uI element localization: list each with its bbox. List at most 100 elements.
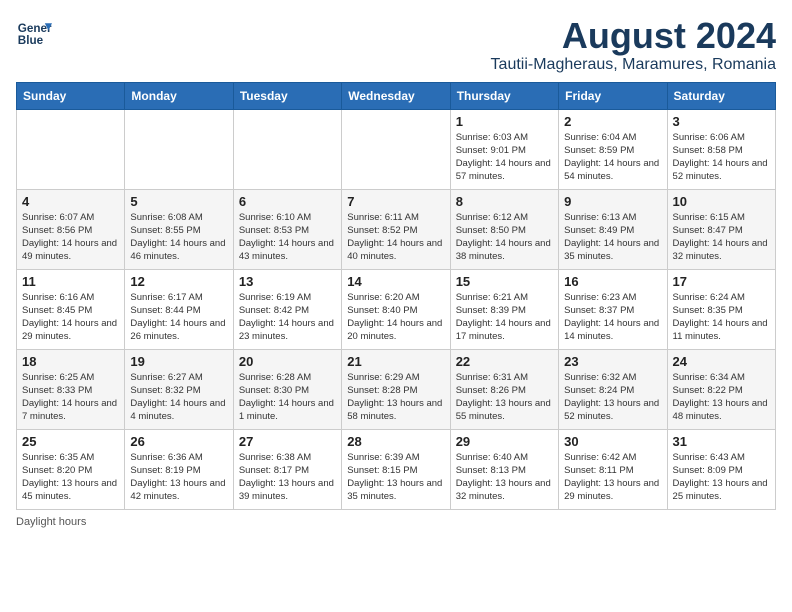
weekday-header: Wednesday [342, 82, 450, 109]
calendar-cell: 23 Sunrise: 6:32 AMSunset: 8:24 PMDayligh… [559, 349, 667, 429]
day-info: Sunrise: 6:04 AMSunset: 8:59 PMDaylight:… [564, 131, 661, 184]
calendar-cell: 15Sunrise: 6:21 AMSunset: 8:39 PMDayligh… [450, 269, 558, 349]
day-info: Sunrise: 6:17 AMSunset: 8:44 PMDaylight:… [130, 291, 227, 344]
day-info: Sunrise: 6:36 AMSunset: 8:19 PMDaylight:… [130, 451, 227, 504]
calendar-cell: 28 Sunrise: 6:39 AMSunset: 8:15 PMDayligh… [342, 429, 450, 509]
calendar-week-row: 25 Sunrise: 6:35 AMSunset: 8:20 PMDayligh… [17, 429, 776, 509]
day-number: 25 [22, 434, 119, 449]
day-number: 24 [673, 354, 770, 369]
calendar-cell: 31 Sunrise: 6:43 AMSunset: 8:09 PMDayligh… [667, 429, 775, 509]
day-info: Sunrise: 6:39 AMSunset: 8:15 PMDaylight:… [347, 451, 444, 504]
day-info: Sunrise: 6:11 AMSunset: 8:52 PMDaylight:… [347, 211, 444, 264]
calendar-cell: 21 Sunrise: 6:29 AMSunset: 8:28 PMDayligh… [342, 349, 450, 429]
logo: General Blue [16, 16, 52, 52]
day-number: 28 [347, 434, 444, 449]
calendar-cell: 10Sunrise: 6:15 AMSunset: 8:47 PMDayligh… [667, 189, 775, 269]
day-info: Sunrise: 6:40 AMSunset: 8:13 PMDaylight:… [456, 451, 553, 504]
day-info: Sunrise: 6:32 AMSunset: 8:24 PMDaylight:… [564, 371, 661, 424]
calendar-cell: 5 Sunrise: 6:08 AMSunset: 8:55 PMDaylight… [125, 189, 233, 269]
day-number: 20 [239, 354, 336, 369]
day-number: 19 [130, 354, 227, 369]
day-info: Sunrise: 6:38 AMSunset: 8:17 PMDaylight:… [239, 451, 336, 504]
calendar-cell: 19 Sunrise: 6:27 AMSunset: 8:32 PMDayligh… [125, 349, 233, 429]
day-number: 21 [347, 354, 444, 369]
calendar-cell: 29 Sunrise: 6:40 AMSunset: 8:13 PMDayligh… [450, 429, 558, 509]
calendar-cell: 24 Sunrise: 6:34 AMSunset: 8:22 PMDayligh… [667, 349, 775, 429]
weekday-header: Sunday [17, 82, 125, 109]
calendar-header: SundayMondayTuesdayWednesdayThursdayFrid… [17, 82, 776, 109]
day-number: 31 [673, 434, 770, 449]
day-info: Sunrise: 6:27 AMSunset: 8:32 PMDaylight:… [130, 371, 227, 424]
day-number: 27 [239, 434, 336, 449]
day-info: Sunrise: 6:31 AMSunset: 8:26 PMDaylight:… [456, 371, 553, 424]
calendar-cell: 20 Sunrise: 6:28 AMSunset: 8:30 PMDayligh… [233, 349, 341, 429]
calendar-cell: 4Sunrise: 6:07 AMSunset: 8:56 PMDaylight… [17, 189, 125, 269]
day-info: Sunrise: 6:06 AMSunset: 8:58 PMDaylight:… [673, 131, 770, 184]
calendar-week-row: 18 Sunrise: 6:25 AMSunset: 8:33 PMDayligh… [17, 349, 776, 429]
day-info: Sunrise: 6:43 AMSunset: 8:09 PMDaylight:… [673, 451, 770, 504]
day-number: 11 [22, 274, 119, 289]
calendar-cell [17, 109, 125, 189]
calendar-cell: 22 Sunrise: 6:31 AMSunset: 8:26 PMDayligh… [450, 349, 558, 429]
day-info: Sunrise: 6:42 AMSunset: 8:11 PMDaylight:… [564, 451, 661, 504]
day-number: 7 [347, 194, 444, 209]
svg-text:Blue: Blue [18, 34, 44, 47]
calendar-cell: 16Sunrise: 6:23 AMSunset: 8:37 PMDayligh… [559, 269, 667, 349]
day-number: 18 [22, 354, 119, 369]
weekday-header: Friday [559, 82, 667, 109]
day-info: Sunrise: 6:25 AMSunset: 8:33 PMDaylight:… [22, 371, 119, 424]
weekday-header: Monday [125, 82, 233, 109]
calendar-week-row: 1Sunrise: 6:03 AMSunset: 9:01 PMDaylight… [17, 109, 776, 189]
day-info: Sunrise: 6:10 AMSunset: 8:53 PMDaylight:… [239, 211, 336, 264]
calendar-cell: 7 Sunrise: 6:11 AMSunset: 8:52 PMDaylight… [342, 189, 450, 269]
calendar-cell [125, 109, 233, 189]
header: General Blue August 2024 Tautii-Magherau… [16, 16, 776, 74]
day-info: Sunrise: 6:20 AMSunset: 8:40 PMDaylight:… [347, 291, 444, 344]
weekday-header: Saturday [667, 82, 775, 109]
day-number: 2 [564, 114, 661, 129]
day-number: 3 [673, 114, 770, 129]
day-number: 12 [130, 274, 227, 289]
calendar-cell: 17Sunrise: 6:24 AMSunset: 8:35 PMDayligh… [667, 269, 775, 349]
calendar-cell: 2 Sunrise: 6:04 AMSunset: 8:59 PMDaylight… [559, 109, 667, 189]
day-number: 29 [456, 434, 553, 449]
day-info: Sunrise: 6:28 AMSunset: 8:30 PMDaylight:… [239, 371, 336, 424]
day-number: 17 [673, 274, 770, 289]
calendar-cell: 8 Sunrise: 6:12 AMSunset: 8:50 PMDaylight… [450, 189, 558, 269]
day-number: 16 [564, 274, 661, 289]
weekday-header: Thursday [450, 82, 558, 109]
day-info: Sunrise: 6:08 AMSunset: 8:55 PMDaylight:… [130, 211, 227, 264]
day-number: 13 [239, 274, 336, 289]
day-number: 1 [456, 114, 553, 129]
calendar-cell: 26 Sunrise: 6:36 AMSunset: 8:19 PMDayligh… [125, 429, 233, 509]
calendar-subtitle: Tautii-Magheraus, Maramures, Romania [491, 56, 776, 74]
calendar-cell: 11Sunrise: 6:16 AMSunset: 8:45 PMDayligh… [17, 269, 125, 349]
day-info: Sunrise: 6:34 AMSunset: 8:22 PMDaylight:… [673, 371, 770, 424]
day-number: 22 [456, 354, 553, 369]
calendar-cell: 9Sunrise: 6:13 AMSunset: 8:49 PMDaylight… [559, 189, 667, 269]
calendar-cell: 14Sunrise: 6:20 AMSunset: 8:40 PMDayligh… [342, 269, 450, 349]
calendar-table: SundayMondayTuesdayWednesdayThursdayFrid… [16, 82, 776, 510]
day-info: Sunrise: 6:12 AMSunset: 8:50 PMDaylight:… [456, 211, 553, 264]
day-number: 5 [130, 194, 227, 209]
calendar-cell: 13 Sunrise: 6:19 AMSunset: 8:42 PMDayligh… [233, 269, 341, 349]
day-info: Sunrise: 6:29 AMSunset: 8:28 PMDaylight:… [347, 371, 444, 424]
calendar-title: August 2024 [491, 16, 776, 56]
day-number: 15 [456, 274, 553, 289]
day-number: 23 [564, 354, 661, 369]
day-number: 4 [22, 194, 119, 209]
day-number: 26 [130, 434, 227, 449]
day-number: 8 [456, 194, 553, 209]
day-info: Sunrise: 6:19 AMSunset: 8:42 PMDaylight:… [239, 291, 336, 344]
calendar-body: 1Sunrise: 6:03 AMSunset: 9:01 PMDaylight… [17, 109, 776, 509]
calendar-cell: 12 Sunrise: 6:17 AMSunset: 8:44 PMDayligh… [125, 269, 233, 349]
day-info: Sunrise: 6:35 AMSunset: 8:20 PMDaylight:… [22, 451, 119, 504]
calendar-cell [342, 109, 450, 189]
weekday-header: Tuesday [233, 82, 341, 109]
day-number: 6 [239, 194, 336, 209]
header-row: SundayMondayTuesdayWednesdayThursdayFrid… [17, 82, 776, 109]
day-number: 30 [564, 434, 661, 449]
calendar-week-row: 4Sunrise: 6:07 AMSunset: 8:56 PMDaylight… [17, 189, 776, 269]
logo-icon: General Blue [16, 16, 52, 52]
calendar-cell: 25 Sunrise: 6:35 AMSunset: 8:20 PMDayligh… [17, 429, 125, 509]
